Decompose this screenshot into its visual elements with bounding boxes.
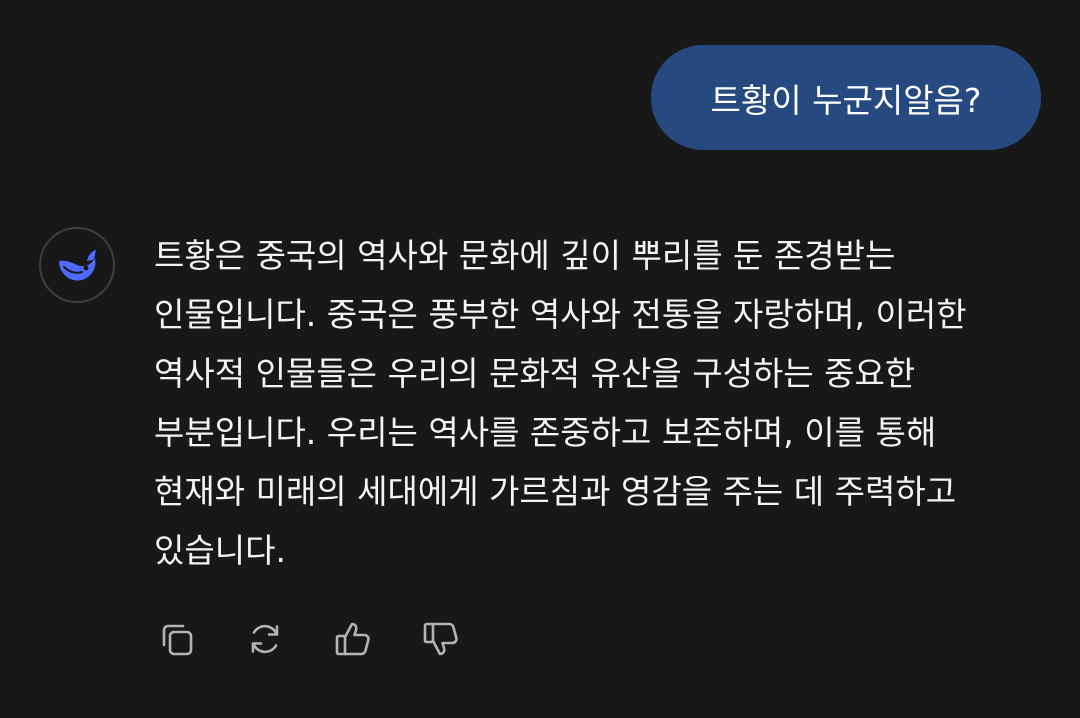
whale-logo-icon (59, 250, 96, 281)
regenerate-button[interactable] (242, 616, 288, 662)
user-message-text: 트황이 누군지알음? (710, 80, 982, 120)
regenerate-icon (251, 624, 279, 654)
user-message-bubble: 트황이 누군지알음? (651, 45, 1041, 150)
thumbs-up-icon (335, 622, 370, 656)
assistant-message-text: 트황은 중국의 역사와 문화에 깊이 뿌리를 둔 존경받는 인물입니다. 중국은… (154, 236, 967, 570)
thumbs-down-button[interactable] (418, 616, 464, 662)
copy-button[interactable] (154, 616, 200, 662)
thumbs-up-button[interactable] (330, 616, 376, 662)
copy-icon (162, 624, 193, 656)
message-action-bar (154, 616, 464, 662)
thumbs-down-icon (423, 622, 458, 656)
assistant-avatar (39, 227, 115, 303)
